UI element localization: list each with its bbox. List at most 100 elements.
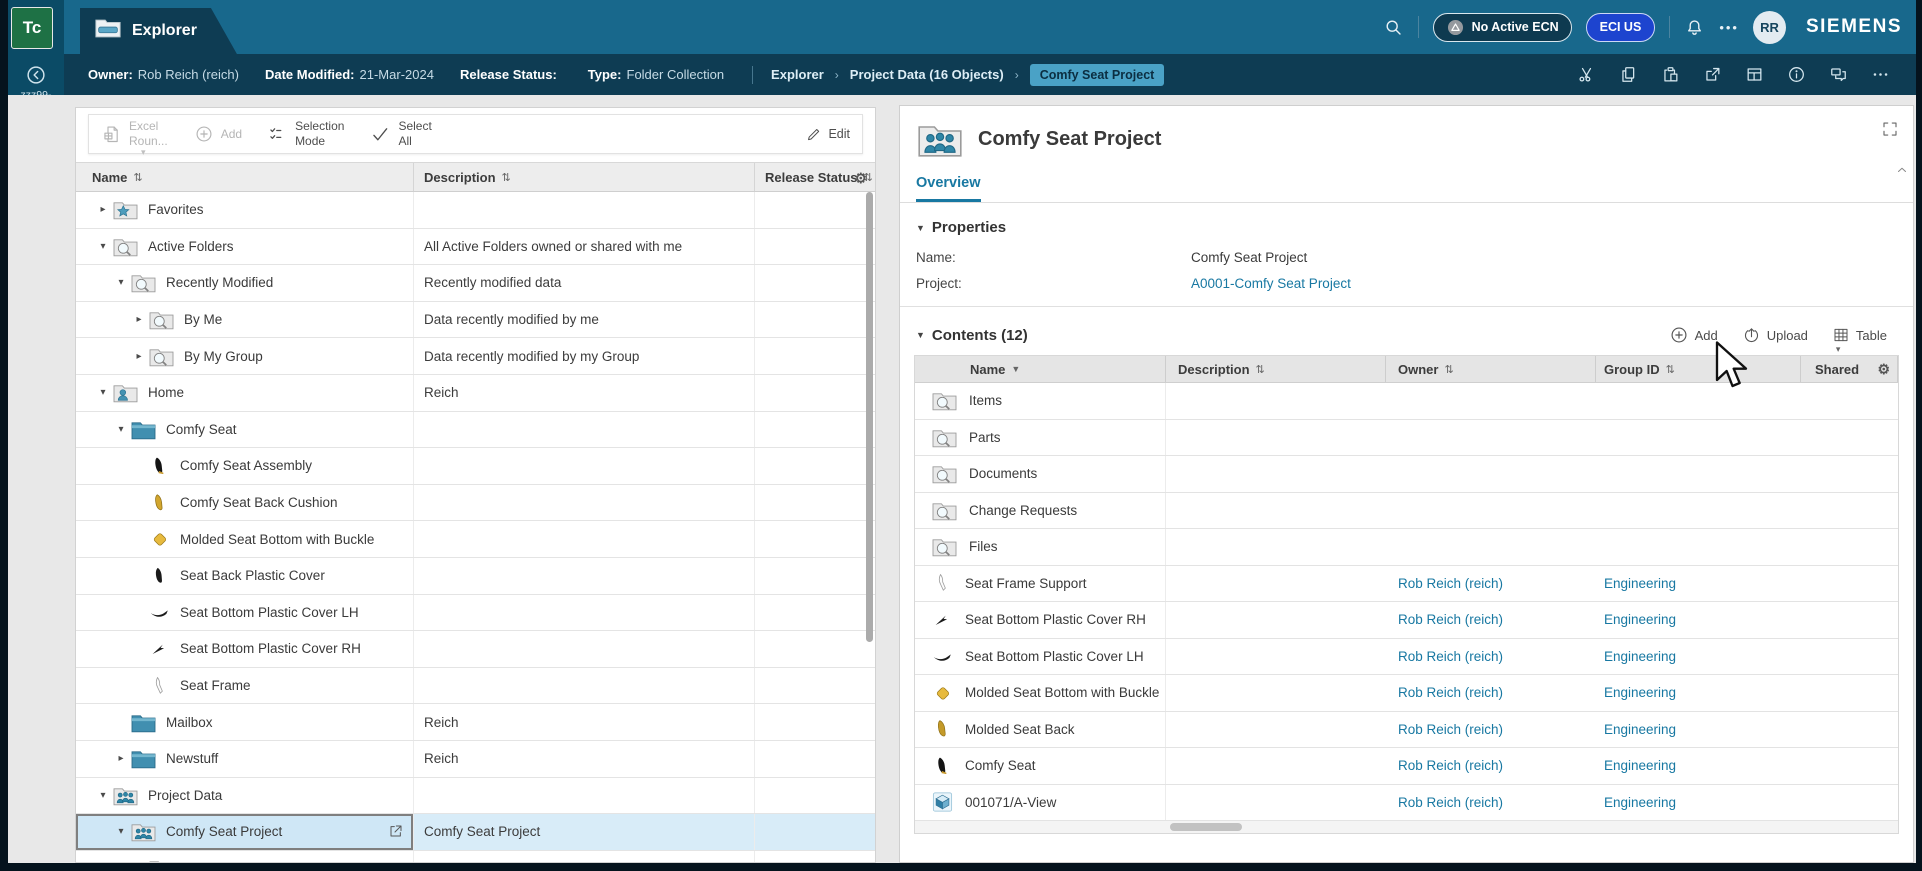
more-icon[interactable] bbox=[1871, 65, 1890, 84]
breadcrumb-item[interactable]: Project Data (16 Objects) bbox=[850, 67, 1004, 82]
contents-row-molded-seat-bottom-with-buckle[interactable]: Molded Seat Bottom with Buckle Rob Reich … bbox=[915, 675, 1898, 712]
tree-row-items[interactable]: ▸Items bbox=[76, 850, 875, 862]
contents-row-owner[interactable] bbox=[1386, 383, 1596, 419]
expander-collapsed-icon[interactable]: ▸ bbox=[130, 314, 148, 325]
contents-row-owner[interactable] bbox=[1386, 420, 1596, 456]
contents-row-documents[interactable]: Documents bbox=[915, 456, 1898, 493]
project-link[interactable]: A0001-Comfy Seat Project bbox=[1191, 276, 1351, 291]
tree-row-seat-bottom-plastic-cover-rh[interactable]: Seat Bottom Plastic Cover RH bbox=[76, 631, 875, 668]
breadcrumb-item[interactable]: Explorer bbox=[771, 67, 824, 82]
open-icon[interactable] bbox=[1703, 65, 1722, 84]
user-avatar[interactable]: RR bbox=[1752, 10, 1786, 44]
tree-column-settings-gear-icon[interactable]: ⚙ bbox=[854, 170, 867, 187]
tree-row-molded-seat-bottom-with-buckle[interactable]: Molded Seat Bottom with Buckle bbox=[76, 521, 875, 558]
expander-collapsed-icon[interactable]: ▸ bbox=[112, 753, 130, 764]
contents-section-header[interactable]: ▼ Contents (12) Add Upload ▾ Table bbox=[900, 309, 1913, 355]
tree-row-favorites[interactable]: ▸ Favorites bbox=[76, 192, 875, 229]
select-all-button[interactable]: Select All bbox=[370, 119, 432, 149]
expander-expanded-icon[interactable]: ▾ bbox=[94, 790, 112, 801]
contents-row-owner[interactable]: Rob Reich (reich) bbox=[1386, 712, 1596, 748]
properties-section-header[interactable]: ▼ Properties bbox=[900, 203, 1913, 244]
paste-icon[interactable] bbox=[1661, 65, 1680, 84]
tree-row-newstuff[interactable]: ▸ Newstuff Reich bbox=[76, 740, 875, 778]
open-object-icon[interactable] bbox=[388, 823, 404, 842]
contents-row-seat-bottom-plastic-cover-lh[interactable]: Seat Bottom Plastic Cover LH Rob Reich (r… bbox=[915, 638, 1898, 675]
copy-icon[interactable] bbox=[1619, 65, 1638, 84]
contents-row-owner[interactable]: Rob Reich (reich) bbox=[1386, 566, 1596, 602]
contents-row-owner[interactable] bbox=[1386, 456, 1596, 492]
tree-row-active-folders[interactable]: ▾ Active Folders All Active Folders owned … bbox=[76, 228, 875, 266]
contents-row-owner[interactable]: Rob Reich (reich) bbox=[1386, 602, 1596, 638]
scroll-up-icon[interactable] bbox=[1896, 164, 1908, 176]
contents-row-group[interactable] bbox=[1596, 420, 1801, 456]
tree-row-seat-back-plastic-cover[interactable]: Seat Back Plastic Cover bbox=[76, 557, 875, 595]
contents-column-owner[interactable]: Owner ⇅ bbox=[1386, 356, 1596, 382]
contents-row-owner[interactable] bbox=[1386, 493, 1596, 529]
contents-row-group[interactable] bbox=[1596, 493, 1801, 529]
contents-column-description[interactable]: Description ⇅ bbox=[1166, 356, 1386, 382]
contents-row-owner[interactable]: Rob Reich (reich) bbox=[1386, 639, 1596, 675]
scrollbar-thumb[interactable] bbox=[1170, 823, 1242, 831]
expander-collapsed-icon[interactable]: ▸ bbox=[94, 204, 112, 215]
edit-button[interactable]: Edit bbox=[805, 126, 850, 143]
tablebig-icon[interactable] bbox=[1745, 65, 1764, 84]
contents-row-parts[interactable]: Parts bbox=[915, 419, 1898, 456]
expand-panel-icon[interactable] bbox=[1881, 120, 1899, 138]
tab-overview[interactable]: Overview bbox=[916, 175, 981, 202]
breadcrumb-current[interactable]: Comfy Seat Project bbox=[1029, 63, 1165, 86]
contents-row-group[interactable] bbox=[1596, 383, 1801, 419]
active-ecn-pill[interactable]: No Active ECN bbox=[1432, 12, 1572, 42]
contents-horizontal-scrollbar[interactable] bbox=[914, 821, 1899, 834]
tree-row-recently-modified[interactable]: ▾ Recently Modified Recently modified data bbox=[76, 265, 875, 302]
tree-row-seat-frame[interactable]: Seat Frame bbox=[76, 667, 875, 705]
info-icon[interactable] bbox=[1787, 65, 1806, 84]
contents-row-comfy-seat[interactable]: Comfy Seat Rob Reich (reich) Engineering bbox=[915, 748, 1898, 785]
tree-column-name[interactable]: Name ⇅ bbox=[76, 163, 414, 191]
tree-row-by-my-group[interactable]: ▸ By My Group Data recently modified by my… bbox=[76, 338, 875, 375]
contents-row-group[interactable]: Engineering bbox=[1596, 748, 1801, 784]
tree-row-comfy-seat-assembly[interactable]: Comfy Seat Assembly bbox=[76, 448, 875, 485]
search-icon[interactable] bbox=[1383, 17, 1404, 38]
contents-row-group[interactable]: Engineering bbox=[1596, 785, 1801, 821]
contents-row-group[interactable]: Engineering bbox=[1596, 675, 1801, 711]
contents-row-seat-frame-support[interactable]: Seat Frame Support Rob Reich (reich) Engin… bbox=[915, 565, 1898, 602]
tab-explorer[interactable]: Explorer bbox=[80, 8, 237, 54]
expander-expanded-icon[interactable]: ▾ bbox=[94, 387, 112, 398]
tree-row-project-data[interactable]: ▾ Project Data bbox=[76, 777, 875, 815]
contents-row-seat-bottom-plastic-cover-rh[interactable]: Seat Bottom Plastic Cover RH Rob Reich (r… bbox=[915, 602, 1898, 639]
contents-row-001071-a-view[interactable]: 001071/A-View Rob Reich (reich) Engineerin… bbox=[915, 784, 1898, 821]
contents-row-group[interactable]: Engineering bbox=[1596, 712, 1801, 748]
selection-mode-button[interactable]: Selection Mode bbox=[268, 119, 344, 149]
tree-row-seat-bottom-plastic-cover-lh[interactable]: Seat Bottom Plastic Cover LH bbox=[76, 594, 875, 632]
expander-expanded-icon[interactable]: ▾ bbox=[94, 241, 112, 252]
contents-row-owner[interactable]: Rob Reich (reich) bbox=[1386, 748, 1596, 784]
tree-row-by-me[interactable]: ▸ By Me Data recently modified by me bbox=[76, 301, 875, 339]
contents-row-group[interactable]: Engineering bbox=[1596, 566, 1801, 602]
tree-row-comfy-seat[interactable]: ▾ Comfy Seat bbox=[76, 411, 875, 449]
tree-row-home[interactable]: ▾ Home Reich bbox=[76, 374, 875, 412]
contents-upload-button[interactable]: Upload bbox=[1742, 326, 1808, 345]
contents-row-molded-seat-back[interactable]: Molded Seat Back Rob Reich (reich) Enginee… bbox=[915, 711, 1898, 748]
expander-expanded-icon[interactable]: ▾ bbox=[112, 826, 130, 837]
contents-row-group[interactable]: Engineering bbox=[1596, 639, 1801, 675]
compare-icon[interactable] bbox=[1829, 65, 1848, 84]
notifications-bell-icon[interactable] bbox=[1684, 17, 1705, 38]
contents-row-group[interactable] bbox=[1596, 456, 1801, 492]
more-options-icon[interactable]: ••• bbox=[1719, 20, 1739, 35]
contents-row-items[interactable]: Items bbox=[915, 383, 1898, 420]
excel-round-trip-button[interactable]: Excel Roun... ▾ bbox=[101, 119, 168, 157]
expander-collapsed-icon[interactable]: ▸ bbox=[130, 351, 148, 362]
tree-row-mailbox[interactable]: Mailbox Reich bbox=[76, 704, 875, 741]
contents-row-change-requests[interactable]: Change Requests bbox=[915, 492, 1898, 529]
cut-icon[interactable] bbox=[1577, 65, 1596, 84]
add-button[interactable]: Add bbox=[194, 124, 242, 144]
tree-scrollbar[interactable] bbox=[866, 192, 873, 642]
expander-expanded-icon[interactable]: ▾ bbox=[112, 424, 130, 435]
contents-table-view-button[interactable]: ▾ Table bbox=[1832, 326, 1887, 354]
expander-expanded-icon[interactable]: ▾ bbox=[112, 277, 130, 288]
contents-row-group[interactable]: Engineering bbox=[1596, 602, 1801, 638]
region-pill[interactable]: ECI US bbox=[1585, 12, 1656, 42]
contents-row-group[interactable] bbox=[1596, 529, 1801, 565]
contents-row-owner[interactable]: Rob Reich (reich) bbox=[1386, 785, 1596, 821]
tree-row-comfy-seat-project[interactable]: ▾ Comfy Seat Project Comfy Seat Project bbox=[76, 814, 875, 851]
